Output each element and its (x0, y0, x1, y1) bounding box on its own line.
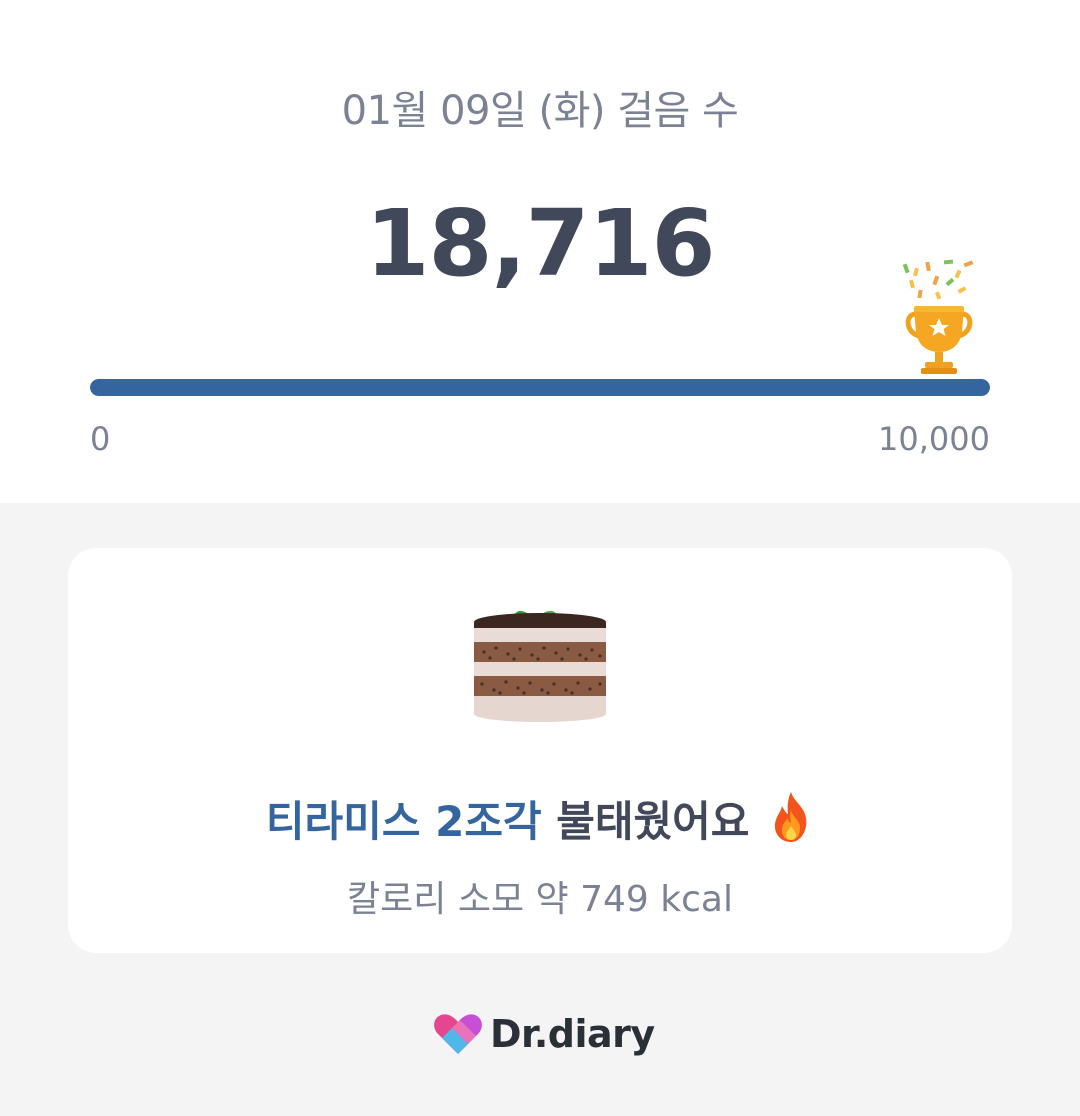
tiramisu-cake-icon (474, 610, 606, 722)
progress-goal-label: 10,000 (878, 420, 990, 458)
burn-message: 티라미스 2조각 불태웠어요 (68, 788, 1012, 849)
date-title: 01월 09일 (화) 걸음 수 (341, 88, 739, 134)
calorie-burn-text: 칼로리 소모 약 749 kcal (347, 879, 733, 920)
brand-footer: Dr.diary (432, 1008, 655, 1060)
burned-verb-text: 불태웠어요 (556, 797, 750, 846)
fire-icon (774, 792, 807, 842)
calorie-burn-card: 티라미스 2조각 불태웠어요 칼로리 소모 약 749 kcal (68, 548, 1012, 953)
burned-food-text: 티라미스 2조각 (265, 797, 542, 846)
progress-min-label: 0 (90, 420, 111, 458)
trophy-icon (902, 259, 974, 374)
steps-summary: 01월 09일 (화) 걸음 수 18,716 0 10,000 (0, 0, 1080, 503)
step-progress-fill (90, 379, 990, 396)
brand-name: Dr.diary (490, 1012, 655, 1056)
heart-logo-icon (434, 1014, 482, 1054)
step-progress-bar (90, 379, 990, 396)
